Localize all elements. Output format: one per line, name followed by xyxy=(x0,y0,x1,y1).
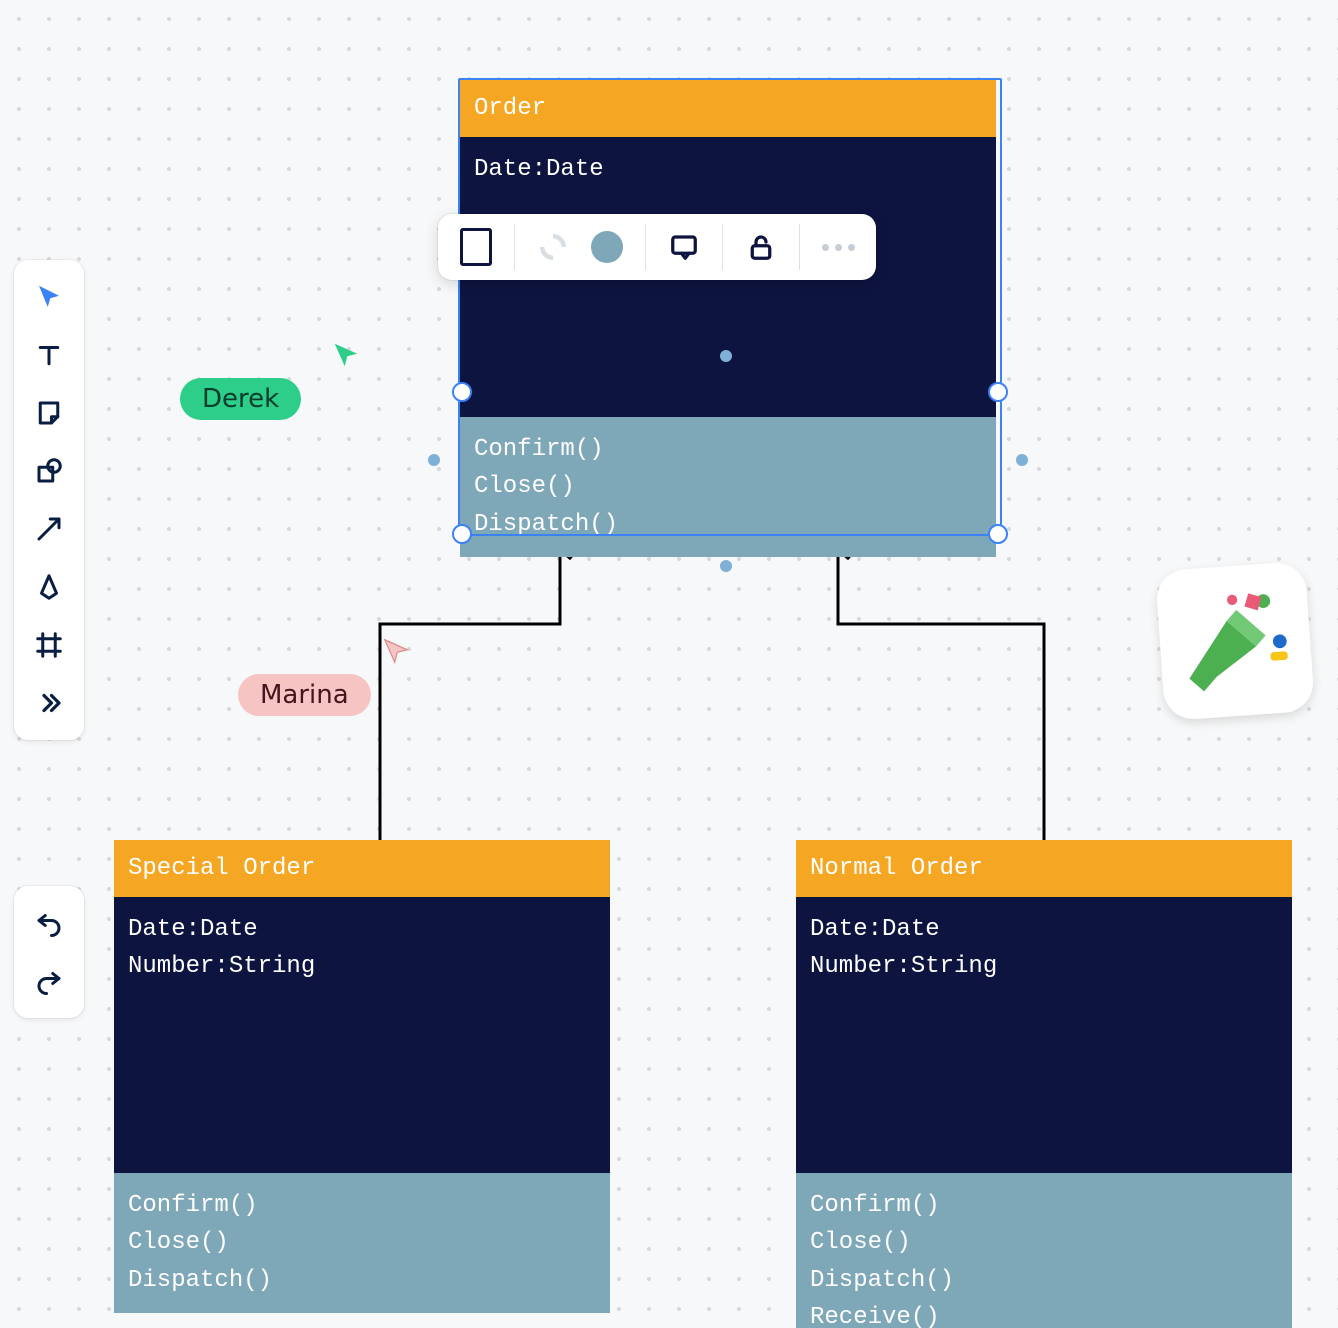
separator xyxy=(799,224,800,270)
border-style-button[interactable] xyxy=(460,231,492,263)
class-title: Order xyxy=(460,80,996,137)
fill-color-button[interactable] xyxy=(591,231,623,263)
shape-tool[interactable] xyxy=(22,444,76,498)
separator xyxy=(645,224,646,270)
undo-button[interactable] xyxy=(22,896,76,950)
class-box-order[interactable]: Order Date:Date Confirm() Close() Dispat… xyxy=(460,80,996,557)
select-tool[interactable] xyxy=(22,270,76,324)
class-box-special-order[interactable]: Special Order Date:Date Number:String Co… xyxy=(114,840,610,1313)
class-methods: Confirm() Close() Dispatch() xyxy=(114,1173,610,1313)
tools-panel xyxy=(14,260,84,740)
comment-button[interactable] xyxy=(668,231,700,263)
frame-tool[interactable] xyxy=(22,618,76,672)
party-popper-icon xyxy=(1176,582,1293,699)
sticky-note-tool[interactable] xyxy=(22,386,76,440)
collaborator-cursor-marina: Marina xyxy=(238,636,371,716)
selection-handle[interactable] xyxy=(452,382,472,402)
class-attributes: Date:Date Number:String xyxy=(114,897,610,1173)
selection-handle[interactable] xyxy=(988,524,1008,544)
cursor-icon xyxy=(381,636,411,666)
class-methods: Confirm() Close() Dispatch() xyxy=(460,417,996,557)
cursor-icon xyxy=(331,340,361,370)
separator xyxy=(514,224,515,270)
arrow-tool[interactable] xyxy=(22,502,76,556)
pen-tool[interactable] xyxy=(22,560,76,614)
text-tool[interactable] xyxy=(22,328,76,382)
selection-mid-handle[interactable] xyxy=(720,560,732,572)
collaborator-label: Derek xyxy=(180,378,301,420)
class-methods: Confirm() Close() Dispatch() Receive() xyxy=(796,1173,1292,1328)
class-title: Special Order xyxy=(114,840,610,897)
more-tools[interactable] xyxy=(22,676,76,730)
collaborator-label: Marina xyxy=(238,674,371,716)
history-panel xyxy=(14,886,84,1018)
selection-mid-handle[interactable] xyxy=(428,454,440,466)
diagram-canvas[interactable]: Order Date:Date Confirm() Close() Dispat… xyxy=(0,0,1338,1328)
class-box-normal-order[interactable]: Normal Order Date:Date Number:String Con… xyxy=(796,840,1292,1328)
selection-toolbar xyxy=(438,214,876,280)
lock-button[interactable] xyxy=(745,231,777,263)
class-attributes: Date:Date Number:String xyxy=(796,897,1292,1173)
selection-mid-handle[interactable] xyxy=(720,350,732,362)
selection-handle[interactable] xyxy=(988,382,1008,402)
selection-handle[interactable] xyxy=(452,524,472,544)
more-button[interactable] xyxy=(822,231,854,263)
selection-mid-handle[interactable] xyxy=(1016,454,1028,466)
class-title: Normal Order xyxy=(796,840,1292,897)
separator xyxy=(722,224,723,270)
party-popper-sticker[interactable] xyxy=(1155,561,1315,721)
collaborator-cursor-derek: Derek xyxy=(180,340,301,420)
redo-button[interactable] xyxy=(22,954,76,1008)
border-dash-button[interactable] xyxy=(537,231,569,263)
